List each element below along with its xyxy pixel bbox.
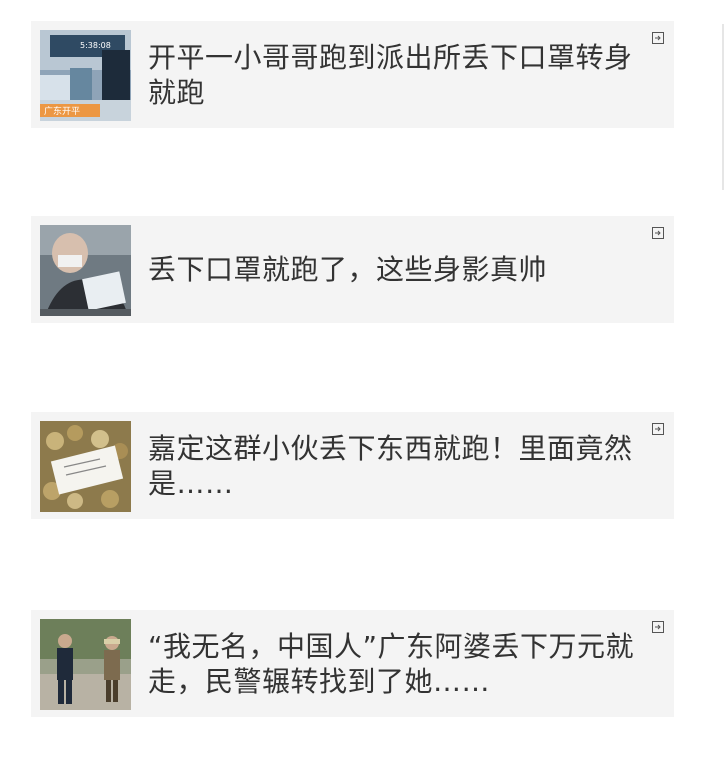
cctv-police-station-image: 5:38:08 广东开平 xyxy=(40,30,131,121)
thumb-timestamp: 5:38:08 xyxy=(80,41,111,50)
article-card[interactable]: 嘉定这群小伙丢下东西就跑！里面竟然是…… xyxy=(31,412,674,519)
article-card[interactable]: 丢下口罩就跑了，这些身影真帅 xyxy=(31,216,674,323)
cctv-masked-man-image xyxy=(40,225,131,316)
article-card[interactable]: “我无名，中国人”广东阿婆丢下万元就走，民警辗转找到了她…… xyxy=(31,610,674,717)
article-thumbnail[interactable] xyxy=(40,421,131,512)
article-thumbnail[interactable] xyxy=(40,619,131,710)
article-card[interactable]: 5:38:08 广东开平 开平一小哥哥跑到派出所丢下口罩转身就跑 xyxy=(31,21,674,128)
coins-and-note-image xyxy=(40,421,131,512)
thumb-location-label: 广东开平 xyxy=(44,105,80,117)
article-title[interactable]: 丢下口罩就跑了，这些身影真帅 xyxy=(148,252,656,287)
article-thumbnail[interactable]: 5:38:08 广东开平 xyxy=(40,30,131,121)
article-thumbnail[interactable] xyxy=(40,225,131,316)
police-and-elderly-woman-image xyxy=(40,619,131,710)
external-link-icon[interactable] xyxy=(652,227,664,239)
article-title[interactable]: 开平一小哥哥跑到派出所丢下口罩转身就跑 xyxy=(148,40,656,110)
article-title[interactable]: “我无名，中国人”广东阿婆丢下万元就走，民警辗转找到了她…… xyxy=(148,629,656,699)
article-title[interactable]: 嘉定这群小伙丢下东西就跑！里面竟然是…… xyxy=(148,431,656,501)
external-link-icon[interactable] xyxy=(652,32,664,44)
external-link-icon[interactable] xyxy=(652,621,664,633)
external-link-icon[interactable] xyxy=(652,423,664,435)
